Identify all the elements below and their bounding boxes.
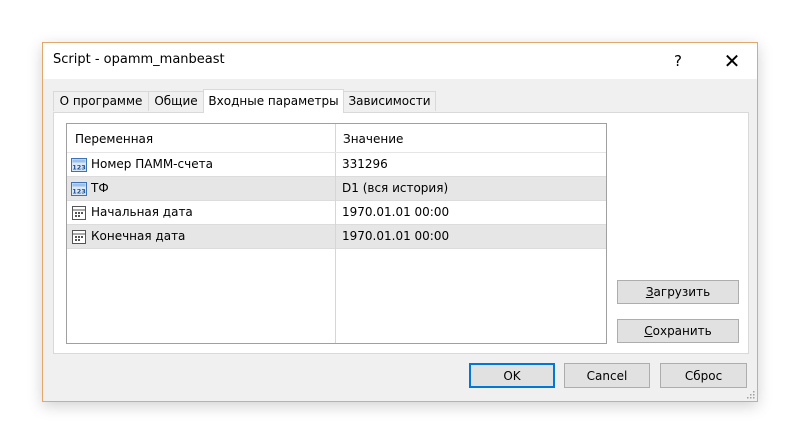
number-123-icon: 123 (71, 158, 87, 172)
column-header-value[interactable]: Значение (335, 124, 606, 152)
parameter-value[interactable]: 331296 (342, 153, 388, 176)
parameter-name: ТФ (91, 181, 109, 195)
resize-grip-icon[interactable] (745, 389, 755, 399)
save-label: охранить (652, 324, 712, 338)
tab-input-parameters[interactable]: Входные параметры (203, 89, 344, 113)
cancel-button[interactable]: Cancel (564, 363, 650, 388)
window-title: Script - opamm_manbeast (53, 52, 225, 67)
parameter-value[interactable]: 1970.01.01 00:00 (342, 201, 449, 224)
title-bar[interactable]: Script - opamm_manbeast ? ✕ (43, 43, 757, 79)
column-separator (335, 225, 336, 249)
save-accelerator: С (644, 324, 653, 338)
save-button[interactable]: Сохранить (617, 319, 739, 343)
close-button[interactable]: ✕ (709, 43, 755, 79)
script-dialog: Script - opamm_manbeast ? ✕ О программе … (42, 42, 758, 402)
svg-text:123: 123 (72, 188, 86, 196)
close-icon: ✕ (723, 49, 741, 73)
load-label: агрузить (653, 285, 711, 299)
reset-button[interactable]: Сброс (660, 363, 747, 388)
number-123-icon: 123 (71, 182, 87, 196)
parameter-name: Начальная дата (91, 205, 193, 219)
ok-button[interactable]: OK (469, 363, 555, 388)
tab-dependencies[interactable]: Зависимости (343, 91, 436, 111)
grid-header: Переменная Значение (67, 124, 606, 153)
table-row[interactable]: 123 ТФ D1 (вся история) (67, 177, 606, 201)
help-button[interactable]: ? (655, 43, 701, 79)
svg-text:123: 123 (72, 164, 86, 172)
tab-about[interactable]: О программе (53, 91, 149, 111)
parameter-value[interactable]: D1 (вся история) (342, 177, 448, 200)
date-icon (72, 206, 86, 220)
input-parameters-panel: Переменная Значение 123 Номер ПАММ-счета… (53, 112, 749, 354)
column-separator (335, 177, 336, 201)
parameter-name: Конечная дата (91, 229, 186, 243)
parameter-value[interactable]: 1970.01.01 00:00 (342, 225, 449, 248)
column-separator (335, 249, 336, 343)
table-row[interactable]: Конечная дата 1970.01.01 00:00 (67, 225, 606, 249)
load-accelerator: З (645, 285, 654, 299)
parameters-grid[interactable]: Переменная Значение 123 Номер ПАММ-счета… (66, 123, 607, 344)
parameter-name: Номер ПАММ-счета (91, 157, 213, 171)
date-icon (72, 230, 86, 244)
column-separator (335, 153, 336, 177)
tab-strip: О программе Общие Входные параметры Зави… (53, 89, 473, 113)
load-button[interactable]: Загрузить (617, 280, 739, 304)
column-separator (335, 201, 336, 225)
table-row[interactable]: Начальная дата 1970.01.01 00:00 (67, 201, 606, 225)
table-row[interactable]: 123 Номер ПАММ-счета 331296 (67, 153, 606, 177)
column-header-variable[interactable]: Переменная (67, 124, 335, 152)
tab-common[interactable]: Общие (148, 91, 204, 111)
help-icon: ? (674, 52, 682, 70)
